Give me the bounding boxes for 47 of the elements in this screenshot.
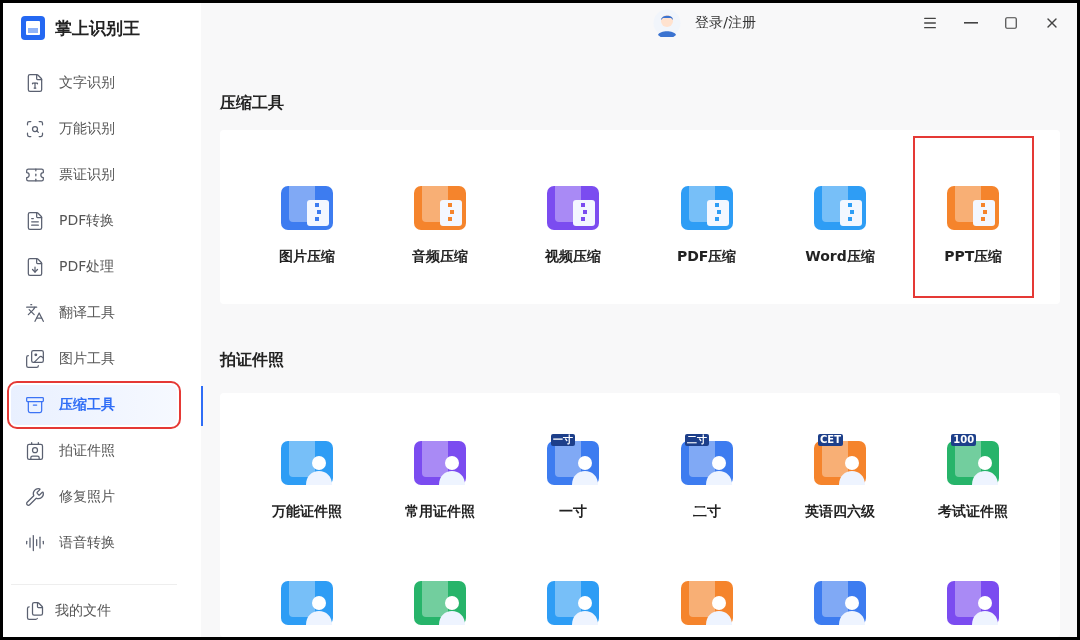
- sidebar-item[interactable]: 图片工具: [11, 339, 177, 379]
- tool-tile[interactable]: Word压缩: [773, 152, 907, 282]
- maximize-button[interactable]: [1004, 16, 1018, 30]
- tool-tile[interactable]: 一寸 一寸: [506, 407, 640, 537]
- sidebar-tool-icon: [25, 533, 45, 553]
- sidebar-tool-icon: [25, 349, 45, 369]
- sidebar-tool-icon: [25, 211, 45, 231]
- my-files-item[interactable]: 我的文件: [11, 585, 201, 637]
- sidebar-item[interactable]: 万能识别: [11, 109, 177, 149]
- sidebar-item[interactable]: 翻译工具: [11, 293, 177, 333]
- app-title: 掌上识别王: [55, 16, 140, 40]
- app-logo-icon: [21, 16, 45, 40]
- tool-tile[interactable]: 100 考试证件照: [906, 407, 1040, 537]
- tool-tile[interactable]: 音频压缩: [373, 152, 507, 282]
- tool-tile[interactable]: CET 英语四六级: [773, 407, 907, 537]
- menu-icon: [922, 15, 938, 31]
- tool-tile[interactable]: PPT压缩: [914, 138, 1032, 296]
- section-title: 压缩工具: [220, 93, 285, 114]
- tool-tile[interactable]: 图片压缩: [240, 152, 374, 282]
- sidebar-tool-icon: [25, 487, 45, 507]
- files-icon: [25, 601, 45, 621]
- sidebar-item[interactable]: 票证识别: [11, 155, 177, 195]
- tool-tile[interactable]: 万能证件照: [240, 407, 374, 537]
- sidebar-item[interactable]: 语音转换: [11, 523, 177, 563]
- sidebar-tool-icon: [25, 303, 45, 323]
- menu-button[interactable]: [922, 15, 938, 31]
- active-indicator: [201, 386, 203, 426]
- sidebar-tool-icon: [25, 119, 45, 139]
- login-link[interactable]: 登录/注册: [695, 14, 756, 32]
- sidebar-tool-icon: [25, 257, 45, 277]
- sidebar-item[interactable]: 拍证件照: [11, 431, 177, 471]
- minimize-icon: [964, 22, 978, 24]
- sidebar-item[interactable]: 修复照片: [11, 477, 177, 517]
- maximize-icon: [1004, 16, 1018, 30]
- minimize-button[interactable]: [964, 22, 978, 24]
- tool-tile[interactable]: 视频压缩: [506, 152, 640, 282]
- section-title: 拍证件照: [220, 350, 285, 371]
- tool-tile[interactable]: PDF压缩: [640, 152, 774, 282]
- sidebar-item[interactable]: 文字识别: [11, 63, 177, 103]
- tool-tile[interactable]: 常用证件照: [373, 407, 507, 537]
- sidebar-tool-icon: [25, 73, 45, 93]
- sidebar-item[interactable]: PDF处理: [11, 247, 177, 287]
- sidebar-tool-icon: [25, 441, 45, 461]
- tool-tile[interactable]: 二寸 二寸: [640, 407, 774, 537]
- avatar-icon: [653, 9, 682, 37]
- sidebar-tool-icon: [25, 395, 45, 415]
- sidebar-item[interactable]: PDF转换: [11, 201, 177, 241]
